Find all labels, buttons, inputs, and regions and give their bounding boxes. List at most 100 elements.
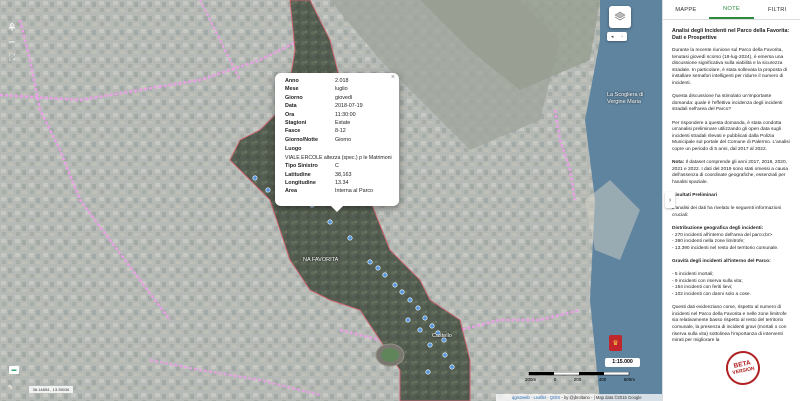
leaflet-link[interactable]: Leaflet bbox=[533, 395, 546, 400]
distribution-item-2: - 390 incidenti nella zone limitrofe; bbox=[672, 239, 745, 245]
popup-field-value: 2018-07-19 bbox=[335, 103, 363, 110]
popup-field-value: 38,163 bbox=[335, 171, 352, 178]
place-label-castello: Castello bbox=[432, 333, 452, 339]
popup-field-value: 8-12 bbox=[335, 128, 346, 135]
ruler-icon[interactable]: ✎ bbox=[8, 384, 18, 391]
close-icon[interactable]: × bbox=[391, 74, 395, 81]
qgis2web-link[interactable]: qgis2web bbox=[512, 395, 530, 400]
paragraph-3: Per rispondere a questa domanda, è stata… bbox=[672, 120, 790, 152]
severity-item-3: - 154 incidenti con feriti lievi; bbox=[672, 285, 733, 291]
popup-row: Data 2018-07-19 bbox=[285, 103, 393, 111]
scalebar-tick: 600m bbox=[623, 377, 635, 382]
note-paragraph: Nota: Il dataset comprende gli anni 2017… bbox=[672, 160, 792, 186]
popup-field-label: Mese bbox=[285, 86, 299, 93]
tab-mappe[interactable]: MAPPE bbox=[663, 0, 709, 19]
distribution-item-1: - 270 incidenti all'interno dell'area de… bbox=[672, 232, 773, 238]
paragraph-4: L'analisi dei dati ha rivelato le seguen… bbox=[672, 206, 782, 218]
attribution-text: - by @jbroltano - | Map data ©2015 Googl… bbox=[560, 395, 642, 400]
coords-readout: 38.14894 , 13.35036 bbox=[29, 386, 73, 393]
scalebar-tick: 400 bbox=[598, 377, 607, 382]
popup-field-label: Area bbox=[285, 188, 297, 195]
severity-heading: Gravità degli incidenti all'interno del … bbox=[672, 259, 771, 264]
chevron-right-icon: › bbox=[668, 196, 672, 204]
popup-field-label: Giorno bbox=[285, 94, 303, 101]
popup-field-value: giovedì bbox=[335, 94, 353, 101]
popup-row: Area Interna al Parco bbox=[285, 188, 393, 196]
paragraph-1: Durante la recente riunione sul Parco de… bbox=[672, 48, 787, 86]
popup-field-label: Data bbox=[285, 103, 297, 110]
nav-arrows[interactable]: ◂ ▫ bbox=[607, 32, 627, 41]
popup-field-value: 2.018 bbox=[335, 78, 349, 84]
place-label-vergine-maria-line2: Vergine Maria bbox=[607, 99, 641, 105]
note-text: Il dataset comprende gli anni 2017, 2018… bbox=[672, 160, 789, 185]
scalebar-tick: 200 bbox=[573, 377, 582, 382]
layers-icon bbox=[614, 11, 626, 21]
popup-row: Anno 2.018 bbox=[285, 78, 393, 86]
popup-field-label: Longitudine bbox=[285, 179, 316, 186]
zoom-out-label: − bbox=[7, 36, 17, 48]
notes-title: Analisi degli Incidenti nel Parco della … bbox=[672, 28, 790, 41]
popup-field-value: 11:30:00 bbox=[335, 111, 356, 118]
attribution: qgis2web · Leaflet · QGIS - by @jbroltan… bbox=[496, 394, 662, 401]
arrow-left-icon[interactable]: ◂ bbox=[611, 34, 614, 40]
scale-ratio: 1:15.000 bbox=[605, 358, 640, 367]
severity-item-2: - 9 incidenti con riserva sulla vita; bbox=[672, 278, 743, 284]
popup-row: Stagioni Estate bbox=[285, 120, 393, 128]
popup-row: Longitudine 13.34 bbox=[285, 180, 393, 188]
layer-chip[interactable]: ▬ bbox=[9, 366, 19, 374]
note-label: Nota: bbox=[672, 160, 685, 166]
distribution-item-3: - 13.390 incidenti nel resto del territo… bbox=[672, 245, 779, 251]
popup-row: Fasce 8-12 bbox=[285, 128, 393, 136]
popup-field-label: Giorno/Notte bbox=[285, 136, 318, 143]
popup-row: Giorno giovedì bbox=[285, 95, 393, 103]
paragraph-2: Questa discussione ha stimolato un'impor… bbox=[672, 94, 783, 113]
popup-field-label: Stagioni bbox=[285, 119, 307, 126]
layers-button[interactable] bbox=[609, 6, 631, 28]
popup-field-label: Tipo Sinistro bbox=[285, 163, 318, 170]
palermo-logo: ♛ bbox=[609, 335, 622, 351]
qgis-link[interactable]: QGIS bbox=[550, 395, 560, 400]
popup-field-value: 13.34 bbox=[335, 179, 349, 186]
tab-note[interactable]: NOTE bbox=[708, 0, 755, 19]
popup-field-label: Fasce bbox=[285, 128, 301, 135]
paragraph-5: Questi dati evidenziano come, rispetto a… bbox=[672, 305, 787, 344]
distribution-block: Distribuzione geografica degli incidenti… bbox=[672, 226, 792, 252]
incident-popup: × Anno 2.018 Mese luglio Giorno giovedì Data 20… bbox=[275, 73, 399, 212]
severity-item-4: - 102 incidenti con danni solo a cose. bbox=[672, 291, 751, 297]
scalebar-tick: 200m bbox=[525, 377, 537, 382]
popup-field-value: Estate bbox=[335, 119, 351, 126]
severity-block: - 5 incidenti mortali; - 9 incidenti con… bbox=[672, 272, 792, 298]
panel-tabs: MAPPE NOTE FILTRI bbox=[663, 0, 800, 20]
popup-table: Anno 2.018 Mese luglio Giorno giovedì Data 2018… bbox=[285, 78, 393, 145]
popup-field-label: Anno bbox=[285, 78, 299, 84]
scalebar: 200m 0 200 400 600m bbox=[525, 371, 635, 387]
zoom-in-label: + bbox=[7, 22, 17, 34]
popup-row: Ora 11:30:00 bbox=[285, 112, 393, 120]
popup-row: Mese luglio bbox=[285, 86, 393, 94]
popup-field-value: Giorno bbox=[335, 136, 352, 143]
popup-field-label: Latitudine bbox=[285, 171, 311, 178]
arrow-right-icon[interactable]: ▫ bbox=[621, 34, 623, 40]
popup-field-value: luglio bbox=[335, 86, 348, 93]
severity-item-1: - 5 incidenti mortali; bbox=[672, 272, 714, 278]
notes-content: Analisi degli Incidenti nel Parco della … bbox=[663, 20, 800, 345]
popup-table-2: Tipo Sinistro C Latitudine 38,163 Longitudin… bbox=[285, 163, 393, 197]
popup-luogo-value: VIALE ERCOLE altezza (spec.) p le Matrim… bbox=[285, 155, 392, 162]
scalebar-tick: 0 bbox=[553, 377, 557, 382]
popup-row: Giorno/Notte Giorno bbox=[285, 137, 393, 145]
fullscreen-icon[interactable]: ⛶ bbox=[4, 50, 20, 66]
tab-filtri[interactable]: FILTRI bbox=[754, 0, 800, 19]
map-canvas[interactable]: NA FAVORITA La Scogliera di Vergine Mari… bbox=[0, 0, 662, 401]
place-label-favorita: NA FAVORITA bbox=[303, 257, 339, 263]
distribution-heading: Distribuzione geografica degli incidenti… bbox=[672, 226, 764, 232]
results-heading: Risultati Preliminari bbox=[672, 193, 718, 199]
side-panel: MAPPE NOTE FILTRI Analisi degli Incident… bbox=[662, 0, 800, 401]
popup-row: Tipo Sinistro C bbox=[285, 163, 393, 171]
place-label-vergine-maria-line1: La Scogliera di bbox=[607, 92, 644, 98]
toggle-panel-button[interactable]: › bbox=[665, 192, 675, 208]
zoom-out-button[interactable]: − bbox=[4, 34, 20, 50]
popup-field-label: Ora bbox=[285, 111, 295, 118]
popup-row: Latitudine 38,163 bbox=[285, 172, 393, 180]
popup-field-value: C bbox=[335, 163, 339, 170]
popup-luogo-label: Luogo bbox=[285, 146, 302, 153]
